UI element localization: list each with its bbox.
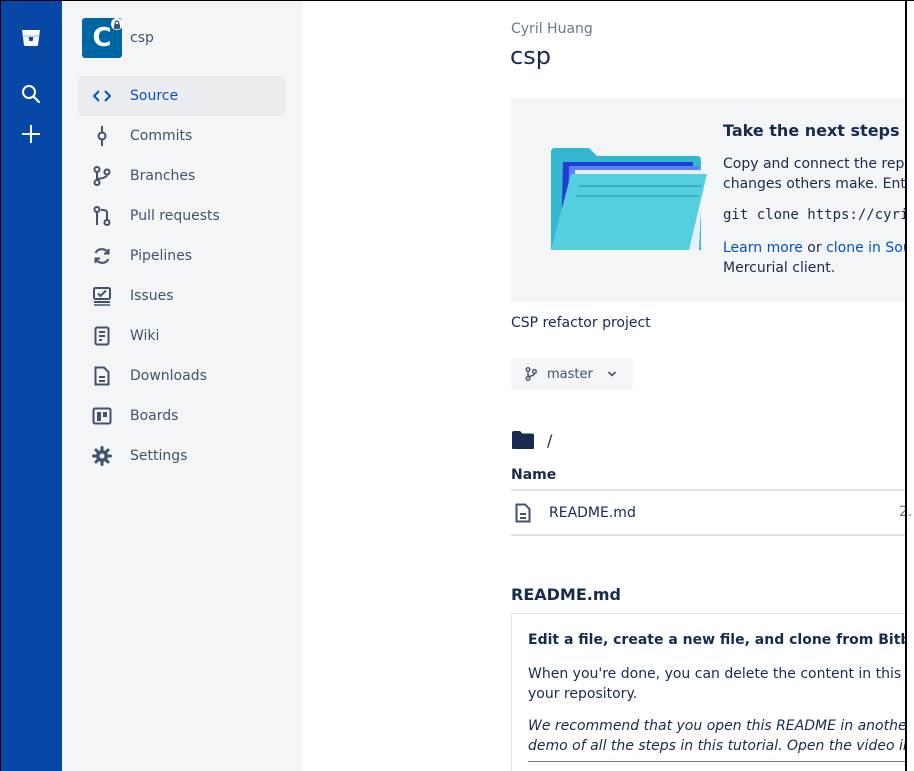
pull-request-icon <box>90 204 114 228</box>
readme-content: Edit a file, create a new file, and clon… <box>511 613 906 771</box>
file-name-link[interactable]: README.md <box>549 505 636 521</box>
sidebar-item-pipelines[interactable]: Pipelines <box>78 236 286 276</box>
repo-description: CSP refactor project <box>511 315 651 331</box>
next-steps-links: Learn more or clone in Sour Mercurial cl… <box>723 238 906 278</box>
next-steps-line-2: changes others make. Enter <box>723 176 906 192</box>
repo-sidebar: C csp Source Commits Branches Pull reque… <box>62 1 302 771</box>
issues-icon <box>90 284 114 308</box>
readme-title: Edit a file, create a new file, and clon… <box>528 632 906 648</box>
file-icon <box>515 503 531 523</box>
branch-icon <box>90 164 114 188</box>
wiki-icon <box>90 324 114 348</box>
sidebar-item-label: Settings <box>130 448 188 464</box>
lock-icon <box>111 18 123 30</box>
sidebar-item-label: Downloads <box>130 368 207 384</box>
mercurial-client-text: Mercurial client. <box>723 260 836 276</box>
repo-name[interactable]: csp <box>130 30 154 46</box>
readme-paragraph: When you're done, you can delete the con… <box>528 664 906 704</box>
branch-icon <box>525 367 537 381</box>
downloads-icon <box>90 364 114 388</box>
readme-rule <box>528 761 906 762</box>
sidebar-item-downloads[interactable]: Downloads <box>78 356 286 396</box>
clone-command[interactable]: git clone https://cyril <box>723 207 906 223</box>
sidebar-item-label: Pipelines <box>130 248 193 264</box>
clone-in-sourcetree-link[interactable]: clone in Sour <box>826 240 906 256</box>
folder-illustration <box>551 148 707 250</box>
path-root-link[interactable]: / <box>547 431 552 450</box>
readme-note-line-1: We recommend that you open this README i… <box>528 718 906 734</box>
sidebar-item-settings[interactable]: Settings <box>78 436 286 476</box>
pipelines-icon <box>90 244 114 268</box>
sidebar-item-label: Wiki <box>130 328 160 344</box>
sidebar-item-label: Branches <box>130 168 196 184</box>
sidebar-item-label: Issues <box>130 288 174 304</box>
readme-note-line-2: demo of all the steps in this tutorial. … <box>528 738 906 754</box>
readme-paragraph-line-2: your repository. <box>528 686 638 702</box>
table-bottom-divider <box>511 534 906 536</box>
commit-icon <box>90 124 114 148</box>
table-row[interactable]: README.md 2. <box>511 492 912 534</box>
code-icon <box>90 84 114 108</box>
sidebar-item-label: Source <box>130 88 179 104</box>
branch-selector[interactable]: master <box>511 358 633 390</box>
sidebar-item-pull-requests[interactable]: Pull requests <box>78 196 286 236</box>
sidebar-item-wiki[interactable]: Wiki <box>78 316 286 356</box>
bitbucket-logo-icon[interactable] <box>17 24 45 52</box>
sidebar-item-label: Pull requests <box>130 208 220 224</box>
or-text: or <box>802 240 827 256</box>
next-steps-panel: Take the next steps fo Copy and connect … <box>511 98 906 302</box>
table-header-divider <box>511 489 906 491</box>
readme-heading: README.md <box>511 585 621 604</box>
path-breadcrumb: / <box>511 430 552 450</box>
readme-note: We recommend that you open this README i… <box>528 716 906 756</box>
learn-more-link[interactable]: Learn more <box>723 240 803 256</box>
search-icon[interactable] <box>17 80 45 108</box>
boards-icon <box>90 404 114 428</box>
page-title: csp <box>510 42 551 70</box>
repo-owner-breadcrumb[interactable]: Cyril Huang <box>511 21 593 37</box>
sidebar-item-label: Boards <box>130 408 179 424</box>
column-header-name[interactable]: Name <box>511 467 556 483</box>
next-steps-line-1: Copy and connect the repos <box>723 156 906 172</box>
readme-paragraph-line-1: When you're done, you can delete the con… <box>528 666 906 682</box>
plus-icon[interactable] <box>17 120 45 148</box>
window-edge <box>905 0 907 771</box>
branch-name: master <box>547 366 593 382</box>
sidebar-item-boards[interactable]: Boards <box>78 396 286 436</box>
sidebar-item-issues[interactable]: Issues <box>78 276 286 316</box>
gear-icon <box>90 444 114 468</box>
global-nav <box>1 1 62 771</box>
chevron-down-icon <box>607 370 617 378</box>
next-steps-title: Take the next steps fo <box>723 121 906 140</box>
next-steps-text: Copy and connect the repos changes other… <box>723 154 906 194</box>
sidebar-item-label: Commits <box>130 128 193 144</box>
sidebar-item-commits[interactable]: Commits <box>78 116 286 156</box>
sidebar-item-branches[interactable]: Branches <box>78 156 286 196</box>
folder-icon <box>511 430 535 450</box>
sidebar-item-source[interactable]: Source <box>78 76 286 116</box>
